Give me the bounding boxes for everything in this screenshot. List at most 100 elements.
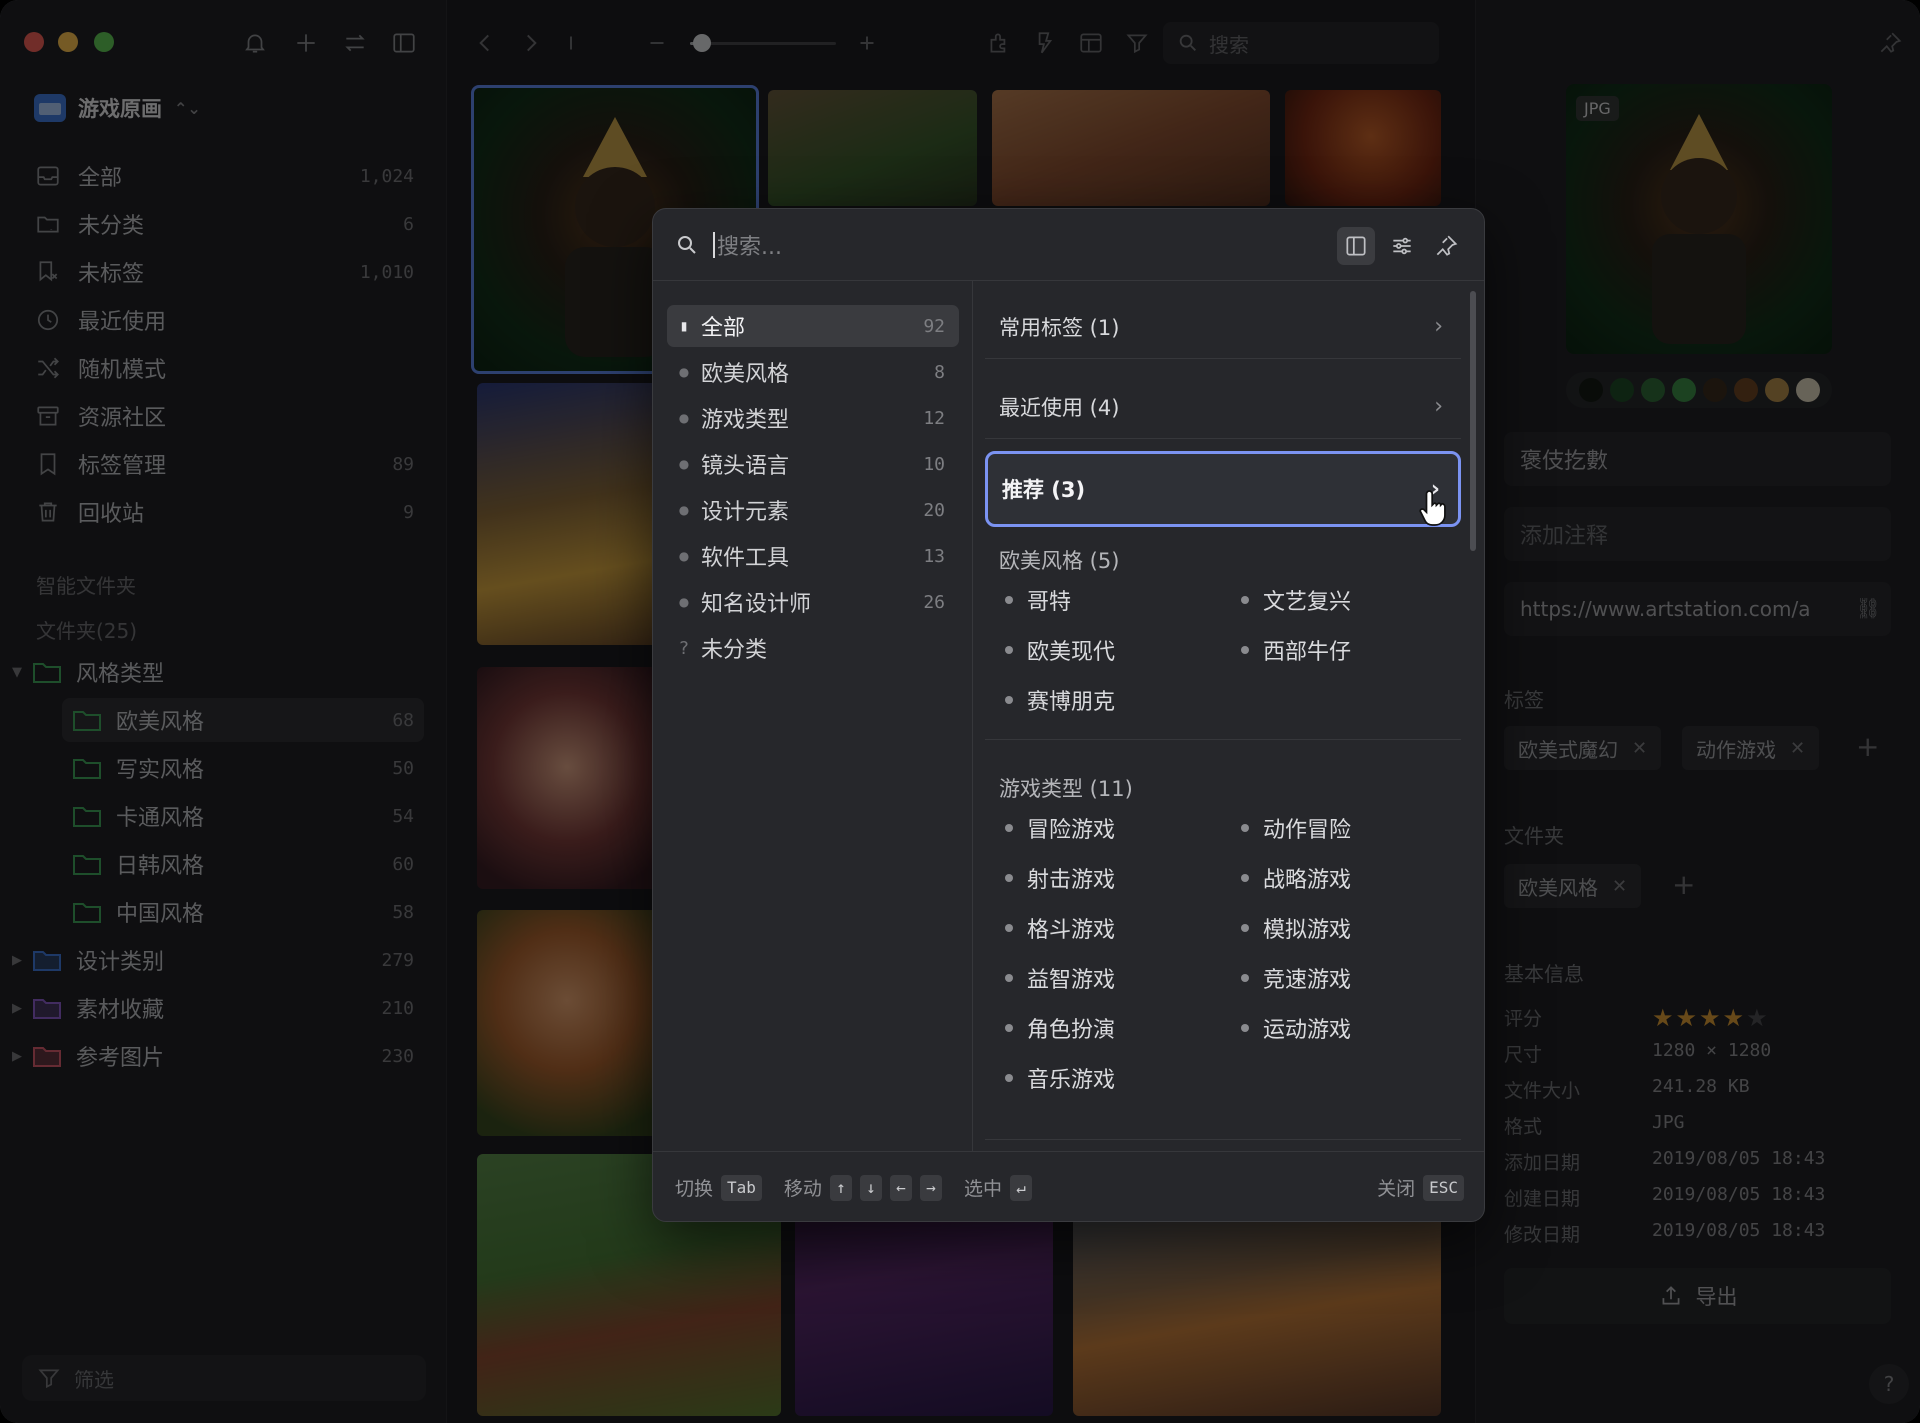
maximize-window-button[interactable] — [94, 32, 114, 52]
tag-item[interactable]: 角色扮演 — [1005, 1011, 1115, 1045]
link-icon[interactable]: ⛓ — [1856, 596, 1881, 620]
zoom-in-icon[interactable] — [851, 27, 883, 59]
tag-chip[interactable]: 欧美式魔幻 ✕ — [1504, 726, 1662, 770]
nav-item-4[interactable]: 随机模式 — [22, 346, 424, 390]
color-swatch[interactable] — [1609, 378, 1634, 402]
popup-scrollbar[interactable] — [1470, 291, 1476, 551]
tag-category-item[interactable]: ● 设计元素 20 — [667, 489, 959, 531]
tag-item[interactable]: 运动游戏 — [1241, 1011, 1351, 1045]
nav-item-5[interactable]: 资源社区 — [22, 394, 424, 438]
popup-search-input[interactable]: 搜索... — [717, 229, 782, 261]
add-folder-icon[interactable]: + — [1672, 868, 1695, 901]
nav-item-3[interactable]: 最近使用 — [22, 298, 424, 342]
bell-icon[interactable] — [238, 26, 272, 60]
thumbnail-girl-pigtails[interactable] — [477, 910, 677, 1136]
zoom-slider-handle[interactable] — [693, 34, 711, 52]
chevron-down-icon[interactable]: ▼ — [8, 665, 26, 680]
folder-row-1[interactable]: 欧美风格 68 — [62, 698, 424, 742]
thumbnail-girl-red[interactable] — [477, 667, 677, 889]
tag-item[interactable]: 西部牛仔 — [1241, 633, 1351, 667]
tag-item[interactable]: 赛博朋克 — [1005, 683, 1115, 717]
zoom-slider-track[interactable] — [690, 42, 836, 45]
chevron-right-icon[interactable]: ▶ — [8, 953, 26, 968]
forward-icon[interactable] — [515, 27, 547, 59]
layout-icon[interactable] — [1075, 27, 1107, 59]
filter-icon[interactable] — [1121, 27, 1153, 59]
star-icon[interactable]: ★ — [1652, 1004, 1676, 1032]
tag-item[interactable]: 哥特 — [1005, 583, 1071, 617]
color-swatch[interactable] — [1764, 378, 1789, 402]
pin-icon[interactable] — [1874, 27, 1906, 59]
color-swatch[interactable] — [1702, 378, 1727, 402]
tag-item[interactable]: 冒险游戏 — [1005, 811, 1115, 845]
thumbnail-car-cat[interactable] — [477, 383, 677, 645]
star-icon[interactable]: ★ — [1699, 1004, 1723, 1032]
folder-row-4[interactable]: 日韩风格 60 — [62, 842, 424, 886]
folder-row-2[interactable]: 写实风格 50 — [62, 746, 424, 790]
color-swatch[interactable] — [1578, 378, 1603, 402]
back-icon[interactable] — [469, 27, 501, 59]
nav-item-1[interactable]: 未分类 6 — [22, 202, 424, 246]
tag-category-item[interactable]: ● 镜头语言 10 — [667, 443, 959, 485]
remove-tag-icon[interactable]: ✕ — [1790, 738, 1805, 759]
zoom-out-icon[interactable] — [641, 27, 673, 59]
nav-item-6[interactable]: 标签管理 89 — [22, 442, 424, 486]
note-field[interactable]: 添加注释 — [1504, 507, 1891, 561]
url-field[interactable]: https://www.artstation.com/a ⛓ — [1504, 582, 1891, 636]
sliders-icon[interactable] — [1383, 227, 1421, 265]
folder-row-7[interactable]: ▶ 素材收藏 210 — [8, 986, 424, 1030]
folder-row-0[interactable]: ▼ 风格类型 — [8, 650, 424, 694]
tag-category-item[interactable]: ▮ 全部 92 — [667, 305, 959, 347]
tag-item[interactable]: 射击游戏 — [1005, 861, 1115, 895]
tag-item[interactable]: 动作冒险 — [1241, 811, 1351, 845]
sidebar-toggle-icon[interactable] — [387, 26, 421, 60]
close-window-button[interactable] — [24, 32, 44, 52]
group-frequent-tags[interactable]: 常用标签 (1) › — [985, 295, 1461, 359]
tag-chip[interactable]: 动作游戏 ✕ — [1682, 726, 1820, 770]
minimize-window-button[interactable] — [58, 32, 78, 52]
folder-row-5[interactable]: 中国风格 58 — [62, 890, 424, 934]
nav-item-0[interactable]: 全部 1,024 — [22, 154, 424, 198]
panel-view-icon[interactable] — [1337, 227, 1375, 265]
library-switcher[interactable]: 游戏原画 ⌃⌄ — [34, 90, 201, 126]
folder-row-6[interactable]: ▶ 设计类别 279 — [8, 938, 424, 982]
main-search-input[interactable]: 搜索 — [1163, 22, 1439, 64]
export-button[interactable]: 导出 — [1504, 1268, 1891, 1324]
folder-chip[interactable]: 欧美风格 ✕ — [1504, 864, 1642, 908]
rating-stars[interactable]: ★★★★★ — [1652, 1004, 1770, 1032]
group-recommended-tags[interactable]: 推荐 (3) › — [985, 451, 1461, 527]
help-button[interactable]: ? — [1869, 1364, 1909, 1404]
tag-item[interactable]: 音乐游戏 — [1005, 1061, 1115, 1095]
tag-category-item[interactable]: ● 游戏类型 12 — [667, 397, 959, 439]
color-swatch[interactable] — [1640, 378, 1665, 402]
add-icon[interactable] — [289, 26, 323, 60]
star-icon[interactable]: ★ — [1676, 1004, 1700, 1032]
folder-row-3[interactable]: 卡通风格 54 — [62, 794, 424, 838]
tag-category-item[interactable]: ● 软件工具 13 — [667, 535, 959, 577]
color-swatch[interactable] — [1795, 378, 1820, 402]
tag-item[interactable]: 格斗游戏 — [1005, 911, 1115, 945]
tag-item[interactable]: 文艺复兴 — [1241, 583, 1351, 617]
chevron-right-icon[interactable]: ▶ — [8, 1049, 26, 1064]
remove-folder-icon[interactable]: ✕ — [1612, 876, 1627, 897]
nav-item-7[interactable]: 回收站 9 — [22, 490, 424, 534]
nav-item-2[interactable]: 未标签 1,010 — [22, 250, 424, 294]
sync-arrows-icon[interactable] — [338, 26, 372, 60]
thumbnail-jazz-bear[interactable] — [1285, 90, 1441, 206]
add-tag-icon[interactable]: + — [1856, 730, 1879, 763]
tag-item[interactable]: 益智游戏 — [1005, 961, 1115, 995]
tag-category-item[interactable]: ? 未分类 — [667, 627, 959, 669]
thumbnail-gunslinger[interactable] — [992, 90, 1270, 206]
thumbnail-orc[interactable] — [768, 90, 977, 206]
pin-icon[interactable] — [1427, 227, 1465, 265]
tag-item[interactable]: 欧美现代 — [1005, 633, 1115, 667]
folder-row-8[interactable]: ▶ 参考图片 230 — [8, 1034, 424, 1078]
chevron-right-icon[interactable]: ▶ — [8, 1001, 26, 1016]
tag-item[interactable]: 模拟游戏 — [1241, 911, 1351, 945]
remove-tag-icon[interactable]: ✕ — [1632, 738, 1647, 759]
tag-category-item[interactable]: ● 知名设计师 26 — [667, 581, 959, 623]
extension-icon[interactable] — [983, 27, 1015, 59]
filter-bar[interactable]: 筛选 — [22, 1355, 426, 1401]
color-swatch[interactable] — [1671, 378, 1696, 402]
lightning-icon[interactable] — [1029, 27, 1061, 59]
